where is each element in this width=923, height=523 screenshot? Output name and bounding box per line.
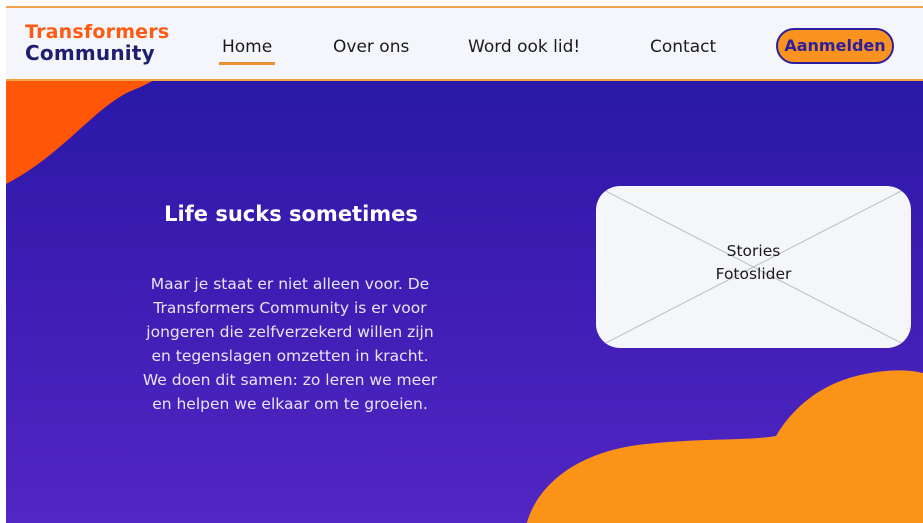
nav-home[interactable]: Home [218,37,276,65]
logo-line-1: Transformers [25,21,170,43]
nav-word-ook-lid[interactable]: Word ook lid! [468,37,580,57]
site-logo[interactable]: Transformers Community [25,22,169,64]
placeholder-label: Stories Fotoslider [596,240,911,286]
nav-over-ons[interactable]: Over ons [333,37,409,57]
aanmelden-button[interactable]: Aanmelden [776,28,894,64]
nav-contact[interactable]: Contact [650,37,716,57]
page-frame: Transformers Community Home Over ons Wor… [6,6,923,523]
site-header: Transformers Community Home Over ons Wor… [6,6,923,81]
decorative-orange-blob-bottom [526,370,923,523]
logo-line-2: Community [25,41,155,65]
placeholder-line-2: Fotoslider [715,265,792,283]
hero-title: Life sucks sometimes [164,202,418,226]
hero-description: Maar je staat er niet alleen voor. De Tr… [142,275,438,413]
placeholder-line-1: Stories [726,242,781,260]
stories-fotoslider-placeholder[interactable]: Stories Fotoslider [596,186,911,348]
